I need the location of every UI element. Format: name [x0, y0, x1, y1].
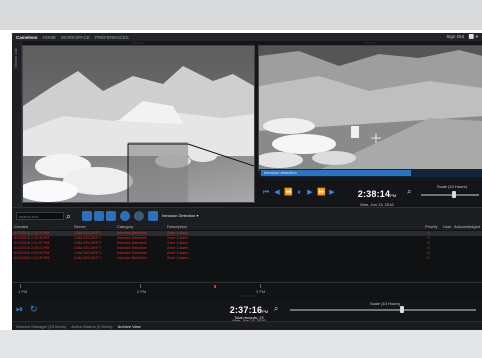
export-icon[interactable]: ↻	[30, 304, 40, 314]
timeline-label-3pm: 3 PM	[256, 289, 266, 294]
archive-zoom-icon[interactable]: ⌕	[274, 304, 283, 313]
playback-ampm: PM	[390, 193, 397, 198]
play-pause-icon[interactable]: ⏯	[16, 304, 26, 314]
category-filter-label: Intrusion Detection	[162, 213, 196, 218]
tab-archive-view[interactable]: Archive View	[118, 324, 141, 329]
alarm-timeline[interactable]: 1 PM 2 PM 3 PM ::::::::	[12, 282, 482, 300]
scale-label: Scale (10 Hours)	[437, 184, 468, 189]
timeline-drag-handle[interactable]: ::::::::	[242, 294, 255, 298]
panel-drag-handle-right[interactable]: ::::::::	[364, 41, 377, 45]
page-background-top	[0, 0, 482, 30]
column-description[interactable]: Description	[167, 224, 187, 230]
cell-category: Intrusion Detection	[117, 256, 147, 260]
archive-playback-controls: ⏯ ↻ 2:37:16PM Mon, Jun 13, 2016 ⌕ Scale …	[12, 299, 482, 323]
refresh-icon[interactable]	[120, 211, 130, 221]
playback-time: 2:38:14	[357, 189, 391, 199]
window-controls[interactable]: ⬜ ▾	[469, 34, 478, 40]
timeline-tick	[260, 284, 261, 288]
scale-slider-knob[interactable]	[452, 191, 456, 198]
search-icon[interactable]: ⌕	[66, 211, 71, 221]
archive-scale-knob[interactable]	[400, 306, 404, 313]
app-brand: Cameleon	[16, 34, 38, 40]
column-user[interactable]: User	[443, 224, 451, 230]
timeline-label-2pm: 2 PM	[137, 289, 147, 294]
cell-priority: H	[427, 256, 430, 260]
filter-icon[interactable]	[148, 211, 158, 221]
column-acknowledged[interactable]: Acknowledged	[454, 224, 480, 230]
total-records: Total records: 13	[234, 315, 264, 320]
thermal-video-right[interactable]	[258, 45, 482, 171]
sort-up-icon[interactable]	[82, 211, 92, 221]
cell-server: CAM-SECURITY	[74, 256, 102, 260]
timeline-label-1pm: 1 PM	[18, 289, 28, 294]
timeline-segment-label: Intrusion detection	[264, 170, 297, 175]
tab-active-alarms[interactable]: Active Alarms (0 Items)	[71, 324, 112, 329]
cell-description: Zone 1 Alarm	[167, 256, 189, 260]
search-input[interactable]: search text	[16, 212, 64, 220]
archive-scale-label: Scale (10 Hours)	[370, 301, 401, 306]
panel-drag-handle-left[interactable]: ::::::::	[132, 41, 145, 45]
chevron-down-icon: ▾	[196, 213, 199, 218]
list-view-icon[interactable]	[106, 211, 116, 221]
cell-created: 6/13/2016 2:12:33 PM	[14, 256, 50, 260]
column-priority[interactable]: Priority	[425, 224, 437, 230]
menu-home[interactable]: HOME	[43, 35, 57, 40]
thermal-video-left[interactable]	[22, 45, 255, 203]
rewind-icon[interactable]: ⏪	[284, 189, 293, 197]
tab-session-manager[interactable]: Session Manager (15 Items)	[16, 324, 66, 329]
alarm-marker[interactable]	[214, 285, 216, 288]
device-list-tab[interactable]: Device List	[12, 42, 22, 212]
zoom-search-icon[interactable]: ⌕	[407, 187, 416, 196]
menu-bar: Cameleon HOME WORKSPACE PREFERENCES Sign…	[12, 33, 482, 41]
device-list-label: Device List	[13, 48, 18, 68]
archive-scale-slider[interactable]	[290, 309, 476, 311]
video-timeline[interactable]: Intrusion detection	[259, 169, 482, 177]
timeline-tick	[140, 284, 141, 288]
page-background-bottom	[0, 330, 482, 358]
column-category[interactable]: Category	[117, 224, 133, 230]
scale-slider[interactable]	[421, 194, 479, 196]
column-server[interactable]: Server	[74, 224, 86, 230]
menu-workspace[interactable]: WORKSPACE	[61, 35, 90, 40]
signout-button[interactable]: Sign Out	[446, 34, 464, 40]
playback-clock: 2:38:14PM Mon, Jun 13, 2016	[357, 184, 397, 207]
playback-controls: ⏮ ◀ ⏪ ⏸ ▶ ⏩ ▶ 2:38:14PM Mon, Jun 13, 201…	[259, 181, 482, 207]
step-forward-icon[interactable]: ▶	[328, 189, 336, 197]
column-created[interactable]: Created	[14, 224, 28, 230]
pause-icon[interactable]: ⏸	[295, 189, 303, 197]
archive-ampm: PM	[262, 309, 269, 314]
play-icon[interactable]: ▶	[306, 189, 314, 197]
category-filter-select[interactable]: Intrusion Detection ▾	[162, 212, 212, 220]
menu-preferences[interactable]: PREFERENCES	[95, 35, 129, 40]
thermal-scene-left	[23, 46, 254, 202]
status-bar: Session Manager (15 Items) Active Alarms…	[12, 321, 482, 330]
settings-icon[interactable]	[134, 211, 144, 221]
alarm-toolbar: search text ⌕ Intrusion Detection ▾	[12, 207, 482, 224]
thermal-scene-right	[259, 46, 482, 170]
application-window: Cameleon HOME WORKSPACE PREFERENCES Sign…	[12, 33, 482, 330]
fast-forward-icon[interactable]: ⏩	[317, 189, 326, 197]
page-margin-left	[0, 30, 12, 328]
timeline-tick	[20, 284, 21, 288]
archive-time: 2:37:16	[229, 305, 263, 315]
alarm-table: Created Server Category Description Prio…	[12, 224, 482, 281]
step-back-icon[interactable]: ◀	[273, 189, 281, 197]
table-header: Created Server Category Description Prio…	[12, 224, 482, 230]
signout-area: Sign Out ⬜ ▾	[446, 34, 478, 40]
sort-down-icon[interactable]	[94, 211, 104, 221]
skip-start-icon[interactable]: ⏮	[262, 189, 270, 197]
table-row[interactable]: 6/13/2016 2:12:33 PM CAM-SECURITY Intrusio…	[12, 256, 482, 261]
